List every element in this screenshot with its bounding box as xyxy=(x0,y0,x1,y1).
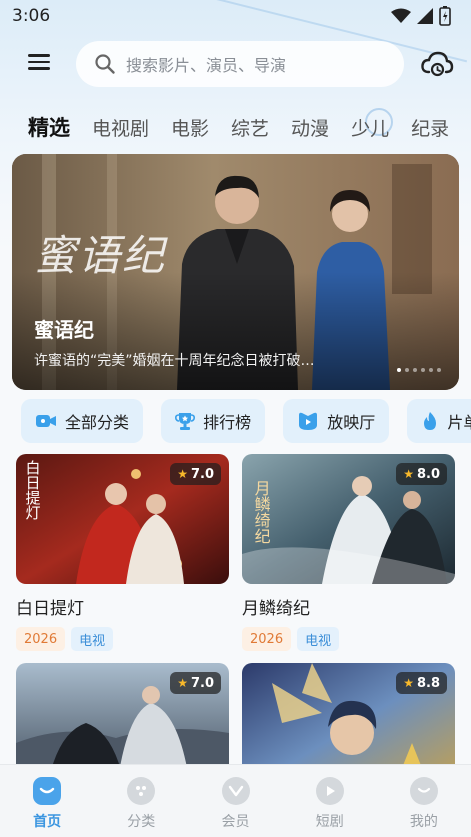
wifi-icon xyxy=(391,8,411,23)
card-poster: 白日提灯 ★ 7.0 xyxy=(16,454,229,584)
playlist-button[interactable]: 片单 xyxy=(407,399,471,443)
star-icon: ★ xyxy=(177,467,188,481)
nav-home[interactable]: 首页 xyxy=(0,765,94,837)
play-icon xyxy=(315,777,344,805)
search-placeholder: 搜索影片、演员、导演 xyxy=(126,56,287,75)
search-input[interactable]: 搜索影片、演员、导演 xyxy=(76,41,404,87)
nav-profile-label: 我的 xyxy=(409,814,438,830)
rating-value: 7.0 xyxy=(190,675,214,691)
nav-categories[interactable]: 分类 xyxy=(94,765,188,837)
rating-badge: ★ 8.0 xyxy=(396,463,447,485)
pagination-dot xyxy=(397,368,401,372)
tab-featured[interactable]: 精选 xyxy=(28,112,70,142)
year-tag: 2026 xyxy=(16,627,66,651)
category-tabs: 精选 电视剧 电影 综艺 动漫 少儿 纪录 xyxy=(28,112,471,142)
nav-home-label: 首页 xyxy=(33,814,62,830)
categories-icon xyxy=(127,777,156,805)
nav-short-drama[interactable]: 短剧 xyxy=(283,765,377,837)
star-icon: ★ xyxy=(177,676,188,690)
poster-title: 白日提灯 xyxy=(23,460,42,520)
year-tag: 2026 xyxy=(242,627,292,651)
ranking-button[interactable]: 排行榜 xyxy=(161,399,266,443)
menu-button[interactable] xyxy=(24,50,54,78)
playlist-label: 片单 xyxy=(447,413,471,432)
bottom-navigation: 首页 分类 会员 短剧 我的 xyxy=(0,764,471,837)
battery-icon xyxy=(439,6,451,26)
pagination-dot xyxy=(405,368,409,372)
rating-badge: ★ 7.0 xyxy=(170,463,221,485)
tab-anime[interactable]: 动漫 xyxy=(291,114,329,141)
banner-pagination xyxy=(397,368,441,372)
card-tags: 2026 电视 xyxy=(16,627,229,651)
card-poster: 月鳞绮纪 ★ 8.0 xyxy=(242,454,455,584)
status-bar: 3:06 xyxy=(0,0,471,34)
nav-categories-label: 分类 xyxy=(127,814,156,830)
all-categories-button[interactable]: 全部分类 xyxy=(21,399,144,443)
pagination-dot xyxy=(413,368,417,372)
tab-kids[interactable]: 少儿 xyxy=(351,114,389,141)
nav-short-drama-label: 短剧 xyxy=(315,814,344,830)
pagination-dot xyxy=(437,368,441,372)
rating-value: 7.0 xyxy=(190,466,214,482)
pagination-dot xyxy=(421,368,425,372)
status-icons xyxy=(391,6,451,26)
all-categories-label: 全部分类 xyxy=(65,413,130,432)
type-tag: 电视 xyxy=(71,627,114,651)
pagination-dot xyxy=(429,368,433,372)
video-card[interactable]: 白日提灯 ★ 7.0 白日提灯 2026 电视 xyxy=(16,454,229,651)
screening-room-button[interactable]: 放映厅 xyxy=(283,399,390,443)
nav-profile[interactable]: 我的 xyxy=(377,765,471,837)
star-icon: ★ xyxy=(403,467,414,481)
rating-value: 8.0 xyxy=(416,466,440,482)
menu-icon-bar xyxy=(28,60,50,63)
cloud-sync-icon[interactable] xyxy=(420,50,454,80)
tab-documentary[interactable]: 纪录 xyxy=(411,114,449,141)
nav-vip[interactable]: 会员 xyxy=(188,765,282,837)
screening-room-icon xyxy=(299,412,318,430)
video-camera-icon xyxy=(36,415,56,427)
menu-icon-bar xyxy=(28,67,50,70)
status-time: 3:06 xyxy=(12,6,51,26)
menu-icon-bar xyxy=(28,54,50,57)
banner-description: 许蜜语的“完美”婚姻在十周年纪念日被打破… xyxy=(34,353,315,369)
card-title: 白日提灯 xyxy=(16,599,84,619)
vip-diamond-icon xyxy=(221,777,250,805)
tab-variety[interactable]: 综艺 xyxy=(231,114,269,141)
tab-movies[interactable]: 电影 xyxy=(171,114,209,141)
banner-title: 蜜语纪 xyxy=(34,318,94,342)
quick-nav: 全部分类 排行榜 放映厅 片单 xyxy=(21,399,471,443)
rating-badge: ★ 7.0 xyxy=(170,672,221,694)
card-title: 月鳞绮纪 xyxy=(242,599,310,619)
search-icon xyxy=(95,54,115,74)
ranking-label: 排行榜 xyxy=(203,413,252,432)
trophy-icon xyxy=(175,413,196,430)
flame-icon xyxy=(424,412,437,430)
poster-title: 月鳞绮纪 xyxy=(251,480,271,544)
card-tags: 2026 电视 xyxy=(242,627,455,651)
rating-value: 8.8 xyxy=(416,675,440,691)
video-card[interactable]: 月鳞绮纪 ★ 8.0 月鳞绮纪 2026 电视 xyxy=(242,454,455,651)
signal-icon xyxy=(417,8,433,24)
banner-calligraphy: 蜜语纪 xyxy=(34,231,167,280)
home-icon xyxy=(33,777,62,805)
star-icon: ★ xyxy=(403,676,414,690)
tab-tv-series[interactable]: 电视剧 xyxy=(92,114,149,141)
rating-badge: ★ 8.8 xyxy=(396,672,447,694)
nav-vip-label: 会员 xyxy=(221,814,250,830)
featured-banner[interactable]: 蜜语纪 蜜语纪 许蜜语的“完美”婚姻在十周年纪念日被打破… xyxy=(12,154,459,390)
profile-icon xyxy=(409,777,438,805)
screening-room-label: 放映厅 xyxy=(327,413,376,432)
type-tag: 电视 xyxy=(297,627,340,651)
